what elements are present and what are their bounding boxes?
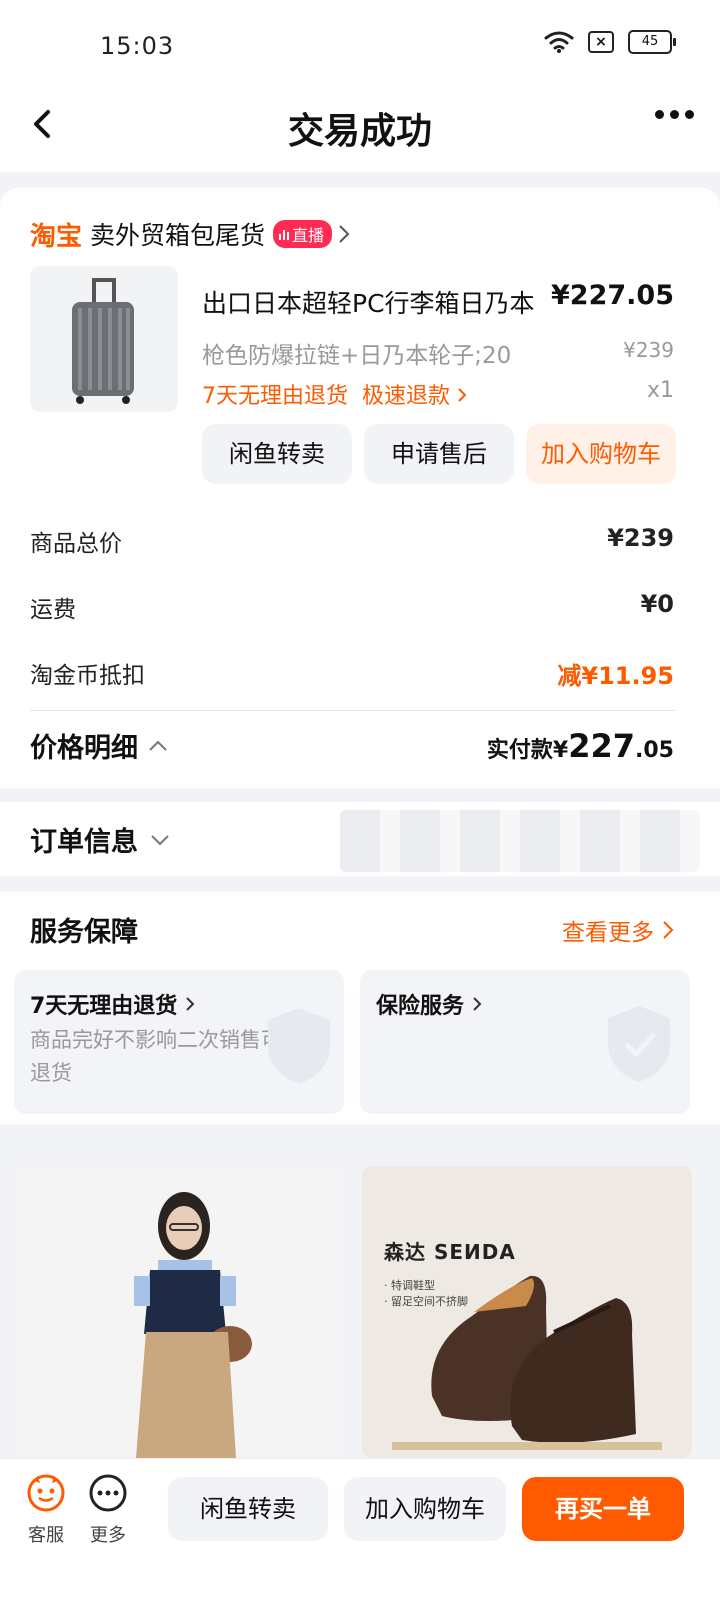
price-detail-title: 价格明细 bbox=[30, 733, 138, 764]
service-item-title-text: 保险服务 bbox=[376, 994, 465, 1019]
service-item-return[interactable]: 7天无理由退货 商品完好不影响二次销售可申请退货 bbox=[14, 970, 344, 1114]
price-row-shipping: 运费 ¥0 bbox=[30, 590, 674, 624]
service-item-title: 7天无理由退货 bbox=[30, 988, 195, 1020]
price-row-total: 商品总价 ¥239 bbox=[30, 524, 674, 558]
more-tab[interactable]: 更多 bbox=[78, 1473, 138, 1547]
service-item-insurance[interactable]: 保险服务 bbox=[360, 970, 690, 1114]
paid-currency: ¥ bbox=[552, 737, 569, 763]
product-price: ¥227.05 bbox=[551, 280, 674, 311]
live-bars-icon bbox=[279, 230, 290, 240]
chevron-right-icon bbox=[458, 388, 467, 402]
product-image[interactable] bbox=[30, 266, 178, 412]
recommend-item[interactable] bbox=[14, 1166, 344, 1458]
chevron-right-icon bbox=[663, 920, 674, 939]
battery-icon: 45 bbox=[628, 30, 676, 54]
chevron-right-icon bbox=[186, 997, 195, 1011]
price-row-value: 减¥11.95 bbox=[557, 662, 674, 690]
loafer-shoes-image bbox=[392, 1275, 662, 1450]
service-more-link[interactable]: 查看更多 bbox=[562, 913, 674, 947]
service-header: 服务保障 查看更多 bbox=[30, 910, 674, 949]
status-time: 15:03 bbox=[100, 32, 175, 60]
page-title: 交易成功 bbox=[287, 111, 432, 152]
order-info-title: 订单信息 bbox=[30, 827, 138, 858]
after-sale-button[interactable]: 申请售后 bbox=[364, 424, 514, 484]
price-row-label: 商品总价 bbox=[30, 531, 122, 557]
recommend-item[interactable]: 森达 SEИDA · 特调鞋型 · 留足空间不挤脚 bbox=[362, 1166, 692, 1458]
buy-again-button[interactable]: 再买一单 bbox=[522, 1477, 684, 1541]
customer-service-icon bbox=[27, 1474, 65, 1512]
paid-label: 实付款 bbox=[486, 737, 553, 763]
service-title: 服务保障 bbox=[30, 917, 138, 948]
product-service-tags[interactable]: 7天无理由退货 极速退款 bbox=[202, 378, 467, 410]
order-info-toggle[interactable]: 订单信息 bbox=[30, 820, 170, 859]
shield-icon bbox=[268, 1008, 330, 1084]
paid-amount: 实付款 ¥ 227 .05 bbox=[487, 727, 674, 765]
price-row-value: ¥0 bbox=[640, 590, 674, 618]
price-row-coin-deduct: 淘金币抵扣 减¥11.95 bbox=[30, 656, 674, 691]
service-more-label: 查看更多 bbox=[562, 919, 654, 946]
shield-check-icon bbox=[608, 1006, 670, 1082]
chevron-right-icon bbox=[473, 997, 482, 1011]
price-detail-row[interactable]: 价格明细 实付款 ¥ 227 .05 bbox=[30, 726, 674, 765]
order-info-card[interactable]: 订单信息 bbox=[0, 802, 720, 876]
original-price: ¥239 bbox=[623, 338, 674, 362]
wifi-icon bbox=[544, 31, 574, 53]
price-detail-toggle[interactable]: 价格明细 bbox=[30, 726, 168, 765]
no-sim-icon: × bbox=[588, 31, 614, 53]
nav-bar: 交易成功 bbox=[0, 80, 720, 172]
customer-service-tab[interactable]: 客服 bbox=[16, 1473, 76, 1547]
service-card: 服务保障 查看更多 7天无理由退货 商品完好不影响二次销售可申请退货 保险服务 bbox=[0, 892, 720, 1124]
redacted-area bbox=[340, 810, 700, 872]
service-item-title-text: 7天无理由退货 bbox=[30, 994, 178, 1019]
order-card: 淘宝 卖外贸箱包尾货 直播 出口日本超轻PC行李箱日乃本 ¥227.05 枪色防… bbox=[0, 188, 720, 788]
live-label: 直播 bbox=[292, 226, 325, 245]
price-row-value: ¥239 bbox=[607, 524, 674, 552]
price-row-label: 淘金币抵扣 bbox=[30, 663, 145, 689]
paid-integer: 227 bbox=[568, 726, 636, 765]
status-icons: × 45 bbox=[544, 30, 676, 54]
more-dots-icon bbox=[89, 1474, 127, 1512]
customer-service-label: 客服 bbox=[28, 1525, 64, 1546]
taobao-logo: 淘宝 bbox=[30, 221, 83, 252]
fashion-model-image bbox=[134, 1192, 252, 1458]
product-title[interactable]: 出口日本超轻PC行李箱日乃本 bbox=[202, 284, 535, 320]
service-refund-label: 极速退款 bbox=[362, 384, 451, 409]
paid-decimal: .05 bbox=[635, 737, 674, 763]
status-bar: 15:03 × 45 bbox=[0, 0, 720, 80]
chevron-right-icon bbox=[339, 225, 350, 243]
resell-button[interactable]: 闲鱼转卖 bbox=[202, 424, 352, 484]
service-refund-tag: 极速退款 bbox=[362, 378, 467, 410]
price-row-label: 运费 bbox=[30, 597, 76, 623]
more-menu-icon[interactable] bbox=[655, 110, 694, 119]
shop-name: 卖外贸箱包尾货 bbox=[90, 221, 266, 250]
product-quantity: x1 bbox=[646, 378, 674, 403]
live-badge: 直播 bbox=[273, 220, 333, 248]
shop-row[interactable]: 淘宝 卖外贸箱包尾货 直播 bbox=[30, 214, 350, 254]
more-label: 更多 bbox=[90, 1525, 126, 1546]
service-return-tag: 7天无理由退货 bbox=[202, 384, 348, 409]
bottom-action-bar: 客服 更多 闲鱼转卖 加入购物车 再买一单 bbox=[0, 1458, 720, 1601]
chevron-down-icon bbox=[151, 834, 169, 845]
resell-button[interactable]: 闲鱼转卖 bbox=[168, 1477, 328, 1541]
add-to-cart-button[interactable]: 加入购物车 bbox=[526, 424, 676, 484]
product-spec: 枪色防爆拉链+日乃本轮子;20 bbox=[202, 343, 512, 369]
chevron-up-icon bbox=[149, 740, 167, 751]
service-item-title: 保险服务 bbox=[376, 988, 482, 1020]
add-to-cart-button[interactable]: 加入购物车 bbox=[344, 1477, 506, 1541]
divider bbox=[30, 710, 676, 711]
suitcase-image bbox=[72, 278, 134, 404]
